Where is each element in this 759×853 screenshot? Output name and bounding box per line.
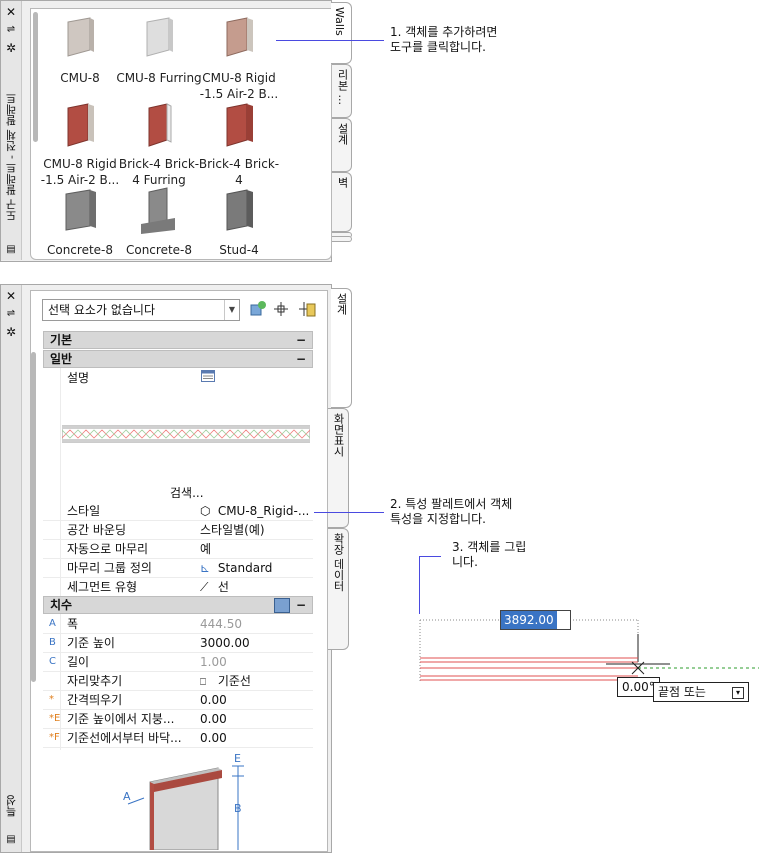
wall-dimension-diagram: E A B xyxy=(118,752,268,851)
callout-2-leader xyxy=(314,512,384,513)
section-dimensions[interactable]: 치수 − xyxy=(43,596,313,614)
justify-icon: ⎕ xyxy=(200,677,206,688)
section-general[interactable]: 일반 − xyxy=(43,350,313,368)
callout-3-leader-h xyxy=(419,556,441,557)
tool-brick-4-brick-4[interactable]: Brick-4 Brick-4 xyxy=(196,100,282,188)
pick-object-icon[interactable] xyxy=(273,301,289,317)
cmu-wall-icon xyxy=(37,14,123,62)
toggle-pickadd-icon[interactable] xyxy=(298,300,316,318)
tool-palette-title: 도구 팔레트 - 전체 팔레트 xyxy=(5,93,18,221)
callout-3-leader-v xyxy=(419,556,420,614)
line-segment-icon: ⟋ xyxy=(200,580,209,594)
tab-display[interactable]: 화면표시 xyxy=(328,408,349,528)
tab-stack-edge xyxy=(332,236,352,242)
property-row-width[interactable]: A 폭 444.50 xyxy=(43,615,313,634)
quick-select-icon[interactable] xyxy=(249,300,267,318)
diagram-label-a: A xyxy=(123,790,131,803)
cmu-rigid-wall-icon xyxy=(196,14,282,62)
tab-extended-data[interactable]: 확장 데이터 xyxy=(328,528,349,650)
collapse-icon[interactable]: − xyxy=(296,332,306,348)
concrete-footing-wall-icon xyxy=(116,186,202,234)
callout-1-leader xyxy=(276,40,384,41)
browse-link[interactable]: 검색... xyxy=(170,484,204,501)
property-row-offset[interactable]: * 간격띄우기 0.00 xyxy=(43,691,313,710)
callout-step-2: 2. 특성 팔레트에서 객체 특성을 지정합니다. xyxy=(390,497,513,526)
callout-step-3: 3. 객체를 그립 니다. xyxy=(452,540,527,569)
prompt-options-icon[interactable]: ▾ xyxy=(732,687,744,699)
tab-design[interactable]: 설계 xyxy=(332,118,352,172)
section-basic[interactable]: 기본 − xyxy=(43,331,313,349)
diagram-label-e: E xyxy=(234,752,241,765)
drawing-area[interactable] xyxy=(418,610,759,690)
property-row-auto-cleanup[interactable]: 자동으로 마무리 예 xyxy=(43,540,313,559)
property-row-floor-offset[interactable]: *F 기준선에서부터 바닥... 0.00 xyxy=(43,729,313,748)
tab-walls[interactable]: Walls xyxy=(331,2,352,64)
property-row-description[interactable]: 설명 xyxy=(43,369,313,388)
tool-concrete-8[interactable]: Concrete-8 xyxy=(37,186,123,258)
close-icon[interactable]: ✕ xyxy=(4,5,18,19)
property-row-roof-offset[interactable]: *E 기준 높이에서 지붕... 0.00 xyxy=(43,710,313,729)
tab-wall[interactable]: 벽 xyxy=(332,172,352,232)
tab-ribbon[interactable]: 리본 ... xyxy=(332,64,352,118)
tool-cmu-8-furring[interactable]: CMU-8 Furring xyxy=(116,14,202,86)
gear-icon[interactable]: ✲ xyxy=(4,325,18,339)
brick-wall-icon xyxy=(196,100,282,148)
tool-palette-strip[interactable]: ✕ ⇌ ✲ 도구 팔레트 - 전체 팔레트 ▤ xyxy=(1,1,22,260)
properties-strip[interactable]: ✕ ⇌ ✲ 특성 ▤ xyxy=(1,285,22,852)
diagram-label-b: B xyxy=(234,802,242,815)
property-row-segment-type[interactable]: 세그먼트 유형 ⟋ 선 xyxy=(43,578,313,597)
dimension-diagram-icon[interactable] xyxy=(274,598,290,613)
palette-menu-icon[interactable]: ▤ xyxy=(4,243,18,257)
tool-cmu-8[interactable]: CMU-8 xyxy=(37,14,123,86)
command-prompt[interactable]: 끝점 또는 ▾ xyxy=(653,682,749,702)
collapse-icon[interactable]: − xyxy=(296,597,306,613)
style-shape-icon: ⬡ xyxy=(200,504,211,518)
palette-menu-icon[interactable]: ▤ xyxy=(4,833,18,847)
auto-hide-icon[interactable]: ⇌ xyxy=(4,23,18,37)
concrete-wall-icon xyxy=(37,186,123,234)
stud-wall-icon xyxy=(196,186,282,234)
property-row-base-height[interactable]: B 기준 높이 3000.00 xyxy=(43,634,313,653)
property-row-length[interactable]: C 길이 1.00 xyxy=(43,653,313,672)
collapse-icon[interactable]: − xyxy=(296,351,306,367)
callout-step-1: 1. 객체를 추가하려면 도구를 클릭합니다. xyxy=(390,25,498,54)
property-row-justify[interactable]: 자리맞추기 ⎕ 기준선 xyxy=(43,672,313,691)
description-editor-icon[interactable] xyxy=(201,369,215,387)
property-row-cleanup-group[interactable]: 마무리 그룹 정의 ⊾ Standard xyxy=(43,559,313,578)
cmu-furring-wall-icon xyxy=(116,14,202,62)
tool-concrete-8-footing[interactable]: Concrete-8 xyxy=(116,186,202,258)
wall-style-preview xyxy=(61,425,311,443)
cleanup-group-icon: ⊾ xyxy=(200,561,211,575)
length-input[interactable]: 3892.00 xyxy=(500,610,572,630)
property-row-space-bounding[interactable]: 공간 바운딩 스타일별(예) xyxy=(43,521,313,540)
auto-hide-icon[interactable]: ⇌ xyxy=(4,307,18,321)
tab-design[interactable]: 설계 xyxy=(331,288,352,408)
properties-title: 특성 xyxy=(5,795,18,817)
tool-cmu-8-rigid[interactable]: CMU-8 Rigid -1.5 Air-2 B... xyxy=(196,14,282,102)
cmu-rigid-brick-wall-icon xyxy=(37,100,123,148)
property-row-style[interactable]: 스타일 ⬡ CMU-8_Rigid-... xyxy=(43,502,313,521)
properties-scrollbar[interactable] xyxy=(31,352,36,682)
selection-dropdown[interactable]: 선택 요소가 없습니다 ▼ xyxy=(42,299,240,321)
tool-cmu-8-rigid-brick[interactable]: CMU-8 Rigid -1.5 Air-2 B... xyxy=(37,100,123,188)
chevron-down-icon[interactable]: ▼ xyxy=(224,300,239,320)
tool-stud-4[interactable]: Stud-4 xyxy=(196,186,282,258)
brick-furring-wall-icon xyxy=(116,100,202,148)
close-icon[interactable]: ✕ xyxy=(4,289,18,303)
gear-icon[interactable]: ✲ xyxy=(4,41,18,55)
tool-brick-4-furring[interactable]: Brick-4 Brick-4 Furring xyxy=(116,100,202,188)
